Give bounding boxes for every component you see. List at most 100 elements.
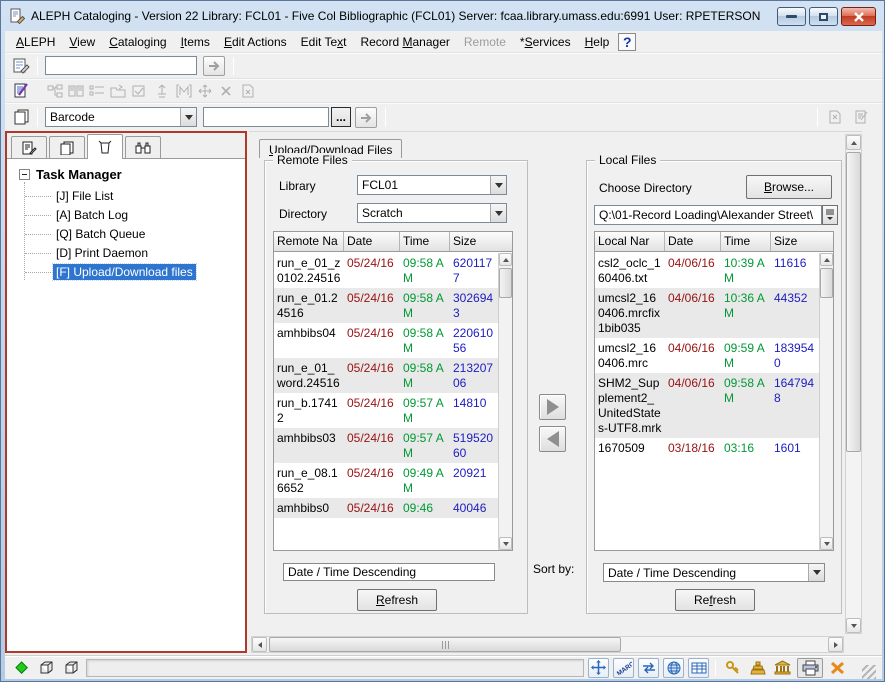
browse-button[interactable]: Browse... <box>746 175 832 199</box>
scroll-down-icon[interactable] <box>846 618 861 633</box>
scroll-up-icon[interactable] <box>820 253 833 266</box>
bank-icon[interactable] <box>772 658 793 678</box>
combo-dropdown-icon[interactable] <box>180 108 196 126</box>
help-question-icon[interactable]: ? <box>618 33 636 51</box>
cancel-icon[interactable] <box>827 658 848 678</box>
tab-find[interactable] <box>125 136 161 158</box>
tree-item[interactable]: [D] Print Daemon <box>25 245 241 261</box>
collapse-icon[interactable] <box>19 169 30 180</box>
menu-item[interactable]: Edit Actions <box>217 33 294 51</box>
menu-item[interactable]: Cataloging <box>102 33 173 51</box>
scrollbar-thumb[interactable] <box>499 268 512 298</box>
column-header-date[interactable]: Date <box>344 232 400 251</box>
close-button[interactable] <box>841 7 876 26</box>
remote-file-row[interactable]: run_e_08.16652 05/24/16 09:49 AM 20921 <box>274 463 498 498</box>
library-label: Library <box>279 179 316 193</box>
combo-dropdown-icon[interactable] <box>490 176 506 194</box>
scroll-down-icon[interactable] <box>499 537 512 550</box>
record-go-button[interactable] <box>203 56 225 76</box>
local-file-row[interactable]: umcsl2_160406.mrcfix1bib035 04/06/16 10:… <box>595 288 819 338</box>
scroll-down-icon[interactable] <box>820 537 833 550</box>
remote-file-row[interactable]: run_b.17412 05/24/16 09:57 AM 14810 <box>274 393 498 428</box>
cube-icon[interactable] <box>36 658 57 678</box>
title-bar[interactable]: ALEPH Cataloging - Version 22 Library: F… <box>1 1 884 31</box>
remote-file-row[interactable]: run_e_01_z0102.24516 05/24/16 09:58 AM 6… <box>274 253 498 288</box>
pane-vertical-scrollbar[interactable] <box>845 134 862 634</box>
scroll-up-icon[interactable] <box>499 253 512 266</box>
combo-dropdown-icon[interactable] <box>808 564 824 581</box>
column-header-time[interactable]: Time <box>721 232 771 251</box>
upload-button[interactable] <box>539 394 566 420</box>
tree-item[interactable]: [Q] Batch Queue <box>25 226 241 242</box>
scrollbar-thumb[interactable] <box>269 637 621 652</box>
minimize-button[interactable] <box>777 7 806 26</box>
scrollbar-thumb[interactable] <box>846 152 861 452</box>
menu-item[interactable]: Record Manager <box>353 33 456 51</box>
search-go-button[interactable] <box>355 107 377 128</box>
pane-horizontal-scrollbar[interactable] <box>251 636 844 653</box>
remote-sort-select[interactable]: Date / Time Descending <box>283 563 495 581</box>
tree-item[interactable]: [F] Upload/Download files <box>25 264 241 280</box>
directory-path-input[interactable] <box>594 205 822 225</box>
remote-file-row[interactable]: amhbibs04 05/24/16 09:58 AM 22061056 <box>274 323 498 358</box>
local-sort-select[interactable]: Date / Time Descending <box>603 563 825 582</box>
local-file-row[interactable]: 1670509 03/18/16 03:16 1601 <box>595 438 819 458</box>
menu-item[interactable]: Items <box>174 33 217 51</box>
column-header-name[interactable]: Local Nar <box>595 232 665 251</box>
remote-table-scrollbar[interactable] <box>498 253 512 550</box>
local-file-row[interactable]: SHM2_Supplement2_UnitedStates-UTF8.mrk 0… <box>595 373 819 438</box>
remote-file-row[interactable]: run_e_01_word.24516 05/24/16 09:58 AM 21… <box>274 358 498 393</box>
column-header-size[interactable]: Size <box>771 232 833 251</box>
maximize-icon <box>819 13 828 21</box>
move-panes-icon[interactable] <box>588 658 609 678</box>
menu-item[interactable]: Edit Text <box>294 33 354 51</box>
menu-item[interactable]: *Services <box>513 33 578 51</box>
maximize-button[interactable] <box>809 7 838 26</box>
local-table-scrollbar[interactable] <box>819 253 833 550</box>
scrollbar-thumb[interactable] <box>820 268 833 298</box>
tree-root[interactable]: Task Manager <box>19 167 241 182</box>
remote-refresh-button[interactable]: Refresh <box>357 589 437 611</box>
globe-icon[interactable] <box>663 658 684 678</box>
drive-list-button[interactable] <box>822 205 838 225</box>
local-file-row[interactable]: umcsl2_160406.mrc 04/06/16 09:59 AM 1839… <box>595 338 819 373</box>
remote-file-row[interactable]: run_e_01.24516 05/24/16 09:58 AM 3026943 <box>274 288 498 323</box>
library-select[interactable]: FCL01 <box>357 175 507 195</box>
menu-item[interactable]: ALEPH <box>9 33 62 51</box>
tab-search[interactable] <box>11 136 47 158</box>
scroll-left-icon[interactable] <box>252 637 267 652</box>
download-button[interactable] <box>539 426 566 452</box>
print-icon[interactable] <box>797 658 823 678</box>
scroll-right-icon[interactable] <box>828 637 843 652</box>
local-refresh-button[interactable]: Refresh <box>675 589 755 611</box>
swap-arrows-icon[interactable] <box>638 658 659 678</box>
column-header-name[interactable]: Remote Na <box>274 232 344 251</box>
tree-item[interactable]: [A] Batch Log <box>25 207 241 223</box>
weights-icon[interactable] <box>747 658 768 678</box>
grid-icon[interactable] <box>688 658 709 678</box>
edit-record-icon[interactable] <box>11 82 31 100</box>
menu-item[interactable]: Remote <box>457 33 513 51</box>
search-browse-button[interactable]: ... <box>331 107 351 127</box>
local-file-row[interactable]: csl2_oclc_160406.txt 04/06/16 10:39 AM 1… <box>595 253 819 288</box>
tree-item[interactable]: [J] File List <box>25 188 241 204</box>
remote-file-row[interactable]: amhbibs0 05/24/16 09:46 40046 <box>274 498 498 518</box>
menu-item[interactable]: View <box>62 33 102 51</box>
marc-icon[interactable]: MARC <box>613 658 634 678</box>
combo-dropdown-icon[interactable] <box>490 204 506 222</box>
search-value-input[interactable] <box>203 107 329 127</box>
column-header-date[interactable]: Date <box>665 232 721 251</box>
search-type-select[interactable]: Barcode <box>45 107 197 127</box>
remote-file-row[interactable]: amhbibs03 05/24/16 09:57 AM 51952060 <box>274 428 498 463</box>
scroll-up-icon[interactable] <box>846 135 861 150</box>
directory-select[interactable]: Scratch <box>357 203 507 223</box>
resize-grip[interactable] <box>862 665 876 679</box>
key-icon[interactable] <box>722 658 743 678</box>
menu-item[interactable]: Help <box>578 33 617 51</box>
record-number-input[interactable] <box>45 56 197 75</box>
tab-task-manager[interactable] <box>87 134 123 158</box>
tab-records[interactable] <box>49 136 85 158</box>
column-header-time[interactable]: Time <box>400 232 450 251</box>
column-header-size[interactable]: Size <box>450 232 512 251</box>
cube-icon[interactable] <box>61 658 82 678</box>
